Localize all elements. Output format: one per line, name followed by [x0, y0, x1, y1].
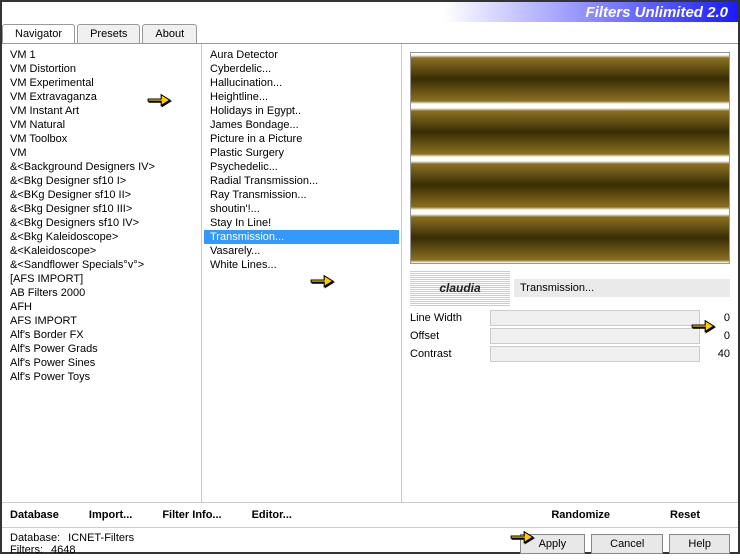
dialog-buttons: Apply Cancel Help — [520, 534, 730, 554]
category-item[interactable]: &<Bkg Designer sf10 I> — [4, 174, 199, 188]
db-value: ICNET-Filters — [68, 532, 134, 544]
cancel-button[interactable]: Cancel — [591, 534, 663, 554]
database-link[interactable]: Database — [10, 509, 59, 521]
category-item[interactable]: &<BKg Designer sf10 II> — [4, 188, 199, 202]
status-info: Database: ICNET-Filters Filters: 4648 — [10, 532, 134, 556]
slider-value: 0 — [700, 330, 730, 342]
filter-item[interactable]: Cyberdelic... — [204, 62, 399, 76]
current-filter-name: Transmission... — [514, 279, 730, 297]
filters-label: Filters: — [10, 544, 43, 556]
category-item[interactable]: &<Kaleidoscope> — [4, 244, 199, 258]
category-item[interactable]: AFH — [4, 300, 199, 314]
category-item[interactable]: [AFS IMPORT] — [4, 272, 199, 286]
filter-item[interactable]: Psychedelic... — [204, 160, 399, 174]
category-item[interactable]: &<Bkg Designer sf10 III> — [4, 202, 199, 216]
filter-item[interactable]: Holidays in Egypt.. — [204, 104, 399, 118]
filter-list[interactable]: Aura DetectorCyberdelic...Hallucination.… — [202, 44, 402, 502]
filter-header-row: claudia Transmission... — [410, 270, 730, 306]
import-link[interactable]: Import... — [89, 509, 132, 521]
category-item[interactable]: VM Toolbox — [4, 132, 199, 146]
author-logo: claudia — [410, 270, 510, 306]
filter-item[interactable]: Plastic Surgery — [204, 146, 399, 160]
filter-item[interactable]: Hallucination... — [204, 76, 399, 90]
filters-value: 4648 — [51, 544, 75, 556]
filter-item[interactable]: Vasarely... — [204, 244, 399, 258]
slider-value: 40 — [700, 348, 730, 360]
category-item[interactable]: Alf's Power Grads — [4, 342, 199, 356]
randomize-link[interactable]: Randomize — [551, 509, 610, 521]
effect-preview — [410, 52, 730, 264]
category-item[interactable]: VM Instant Art — [4, 104, 199, 118]
main-area: VM 1VM DistortionVM ExperimentalVM Extra… — [2, 44, 738, 502]
slider-row: Offset 0 — [410, 328, 730, 344]
reset-link[interactable]: Reset — [670, 509, 700, 521]
category-item[interactable]: VM — [4, 146, 199, 160]
category-item[interactable]: &<Bkg Designers sf10 IV> — [4, 216, 199, 230]
filter-item[interactable]: James Bondage... — [204, 118, 399, 132]
link-bar: Database Import... Filter Info... Editor… — [2, 502, 738, 528]
slider-label: Contrast — [410, 348, 490, 360]
category-item[interactable]: VM Extravaganza — [4, 90, 199, 104]
db-label: Database: — [10, 532, 60, 544]
category-item[interactable]: VM 1 — [4, 48, 199, 62]
slider-row: Contrast 40 — [410, 346, 730, 362]
title-bar: Filters Unlimited 2.0 — [2, 2, 738, 22]
slider-label: Offset — [410, 330, 490, 342]
category-item[interactable]: AFS IMPORT — [4, 314, 199, 328]
slider-row: Line Width 0 — [410, 310, 730, 326]
category-item[interactable]: VM Natural — [4, 118, 199, 132]
slider-track[interactable] — [490, 328, 700, 344]
filter-item[interactable]: shoutin'!... — [204, 202, 399, 216]
category-item[interactable]: &<Background Designers IV> — [4, 160, 199, 174]
help-button[interactable]: Help — [669, 534, 730, 554]
filter-item[interactable]: Stay In Line! — [204, 216, 399, 230]
filter-item[interactable]: Picture in a Picture — [204, 132, 399, 146]
tab-presets[interactable]: Presets — [77, 24, 140, 43]
preview-panel: claudia Transmission... Line Width0Offse… — [402, 44, 738, 502]
status-bar: Database: ICNET-Filters Filters: 4648 Appl… — [2, 528, 738, 560]
filter-item[interactable]: Ray Transmission... — [204, 188, 399, 202]
category-item[interactable]: Alf's Power Toys — [4, 370, 199, 384]
slider-value: 0 — [700, 312, 730, 324]
slider-track[interactable] — [490, 310, 700, 326]
editor-link[interactable]: Editor... — [252, 509, 292, 521]
category-item[interactable]: VM Experimental — [4, 76, 199, 90]
filter-item[interactable]: Radial Transmission... — [204, 174, 399, 188]
category-item[interactable]: VM Distortion — [4, 62, 199, 76]
tab-navigator[interactable]: Navigator — [2, 24, 75, 43]
category-item[interactable]: &<Sandflower Specials°v°> — [4, 258, 199, 272]
category-item[interactable]: Alf's Border FX — [4, 328, 199, 342]
category-item[interactable]: Alf's Power Sines — [4, 356, 199, 370]
slider-label: Line Width — [410, 312, 490, 324]
category-item[interactable]: AB Filters 2000 — [4, 286, 199, 300]
filter-item[interactable]: White Lines... — [204, 258, 399, 272]
category-item[interactable]: &<Bkg Kaleidoscope> — [4, 230, 199, 244]
category-list[interactable]: VM 1VM DistortionVM ExperimentalVM Extra… — [2, 44, 202, 502]
tab-about[interactable]: About — [142, 24, 197, 43]
slider-area: Line Width 0 Offset 0 Contrast 40 — [410, 310, 730, 362]
apply-button[interactable]: Apply — [520, 534, 586, 554]
filter-item[interactable]: Heightline... — [204, 90, 399, 104]
filter-info-link[interactable]: Filter Info... — [162, 509, 221, 521]
slider-track[interactable] — [490, 346, 700, 362]
filter-item[interactable]: Transmission... — [204, 230, 399, 244]
tab-strip: Navigator Presets About — [2, 24, 738, 44]
filter-item[interactable]: Aura Detector — [204, 48, 399, 62]
app-title: Filters Unlimited 2.0 — [585, 4, 728, 21]
